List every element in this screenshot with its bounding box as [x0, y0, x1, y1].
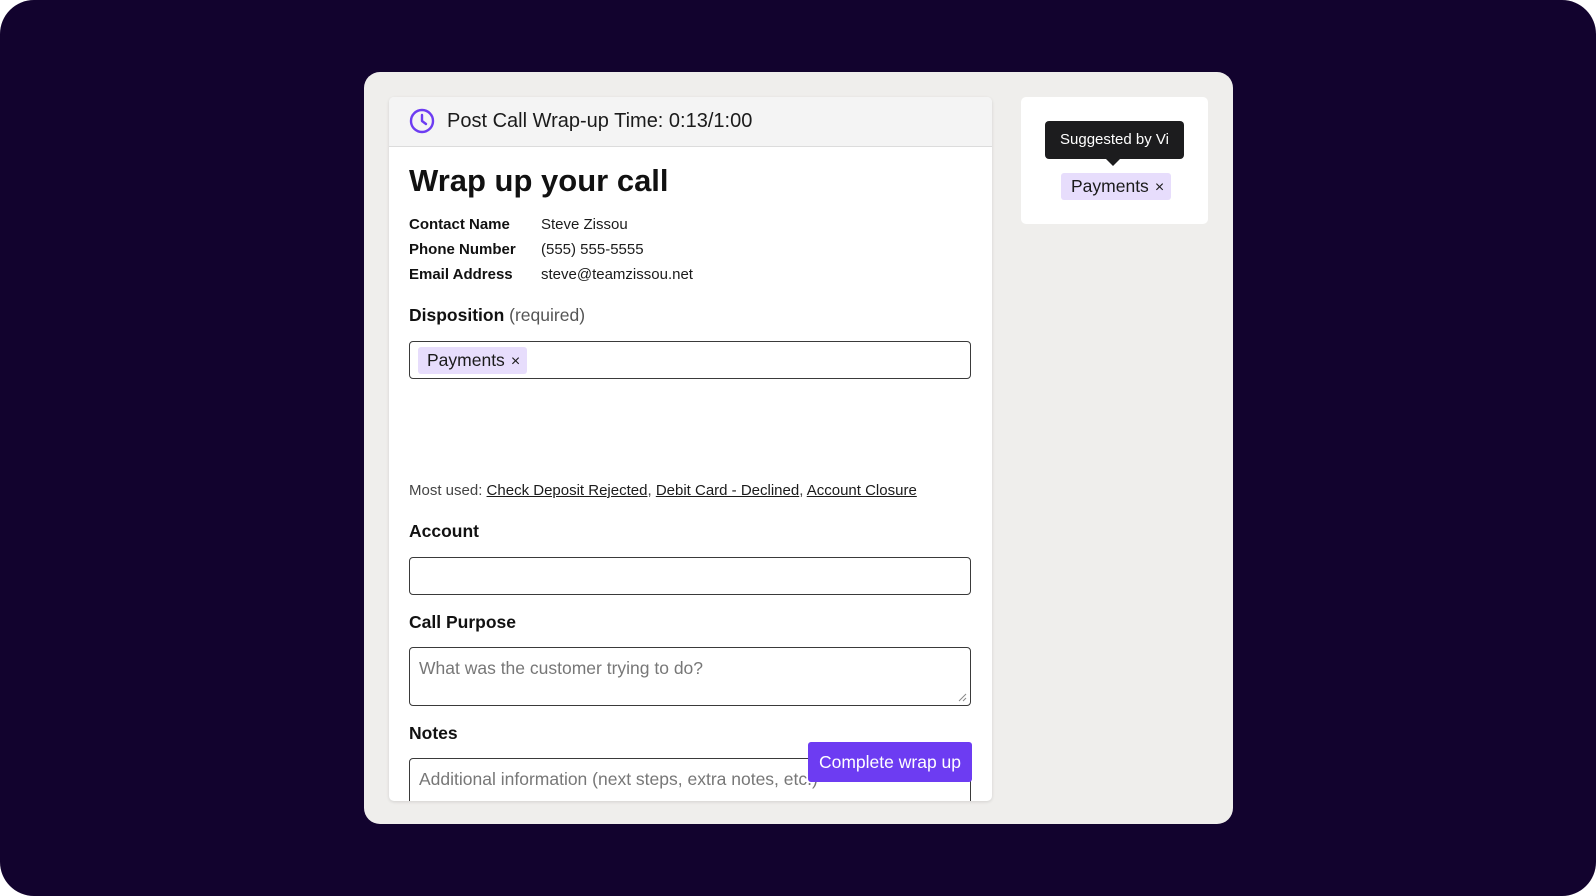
clock-icon	[409, 108, 435, 134]
required-note: (required)	[509, 305, 586, 325]
most-used-link-debit-card-declined[interactable]: Debit Card - Declined	[656, 482, 799, 499]
notes-label: Notes	[409, 723, 458, 743]
wrap-up-timer-text: Post Call Wrap-up Time: 0:13/1:00	[447, 110, 753, 132]
complete-wrap-up-button[interactable]: Complete wrap up	[808, 742, 972, 782]
remove-suggestion-icon[interactable]: ×	[1155, 179, 1164, 196]
wrap-up-timer-bar: Post Call Wrap-up Time: 0:13/1:00	[389, 97, 992, 147]
most-used-link-check-deposit-rejected[interactable]: Check Deposit Rejected	[487, 482, 648, 499]
contact-name-value: Steve Zissou	[541, 216, 628, 233]
call-purpose-placeholder: What was the customer trying to do?	[419, 658, 704, 678]
most-used-dispositions: Most used: Check Deposit Rejected, Debit…	[409, 482, 917, 499]
phone-number-label: Phone Number	[409, 241, 516, 258]
suggestion-tooltip: Suggested by Vi	[1045, 121, 1184, 159]
disposition-tag-label: Payments	[427, 350, 505, 370]
suggested-tag-label: Payments	[1071, 176, 1149, 196]
disposition-input[interactable]: Payments ×	[409, 341, 971, 379]
account-input[interactable]	[409, 557, 971, 595]
phone-number-value: (555) 555-5555	[541, 241, 644, 258]
most-used-label: Most used:	[409, 482, 483, 499]
email-address-value: steve@teamzissou.net	[541, 266, 693, 283]
disposition-label-text: Disposition	[409, 305, 505, 325]
email-address-label: Email Address	[409, 266, 513, 283]
separator: ,	[799, 482, 804, 499]
notes-placeholder: Additional information (next steps, extr…	[419, 769, 818, 789]
disposition-tag[interactable]: Payments ×	[418, 347, 528, 374]
contact-name-label: Contact Name	[409, 216, 510, 233]
account-label: Account	[409, 521, 479, 541]
remove-tag-icon[interactable]: ×	[511, 353, 520, 370]
suggestion-card: Suggested by Vi Payments ×	[1021, 97, 1208, 224]
disposition-label: Disposition (required)	[409, 305, 585, 326]
wrap-up-form-card: Post Call Wrap-up Time: 0:13/1:00 Wrap u…	[389, 97, 992, 801]
most-used-link-account-closure[interactable]: Account Closure	[807, 482, 917, 499]
separator: ,	[647, 482, 652, 499]
call-purpose-textarea[interactable]: What was the customer trying to do?	[409, 647, 971, 706]
page-title: Wrap up your call	[409, 163, 669, 198]
tooltip-arrow	[1106, 159, 1120, 166]
resize-handle-icon[interactable]	[958, 693, 967, 702]
suggested-disposition-tag[interactable]: Payments ×	[1061, 173, 1172, 200]
call-purpose-label: Call Purpose	[409, 612, 516, 632]
